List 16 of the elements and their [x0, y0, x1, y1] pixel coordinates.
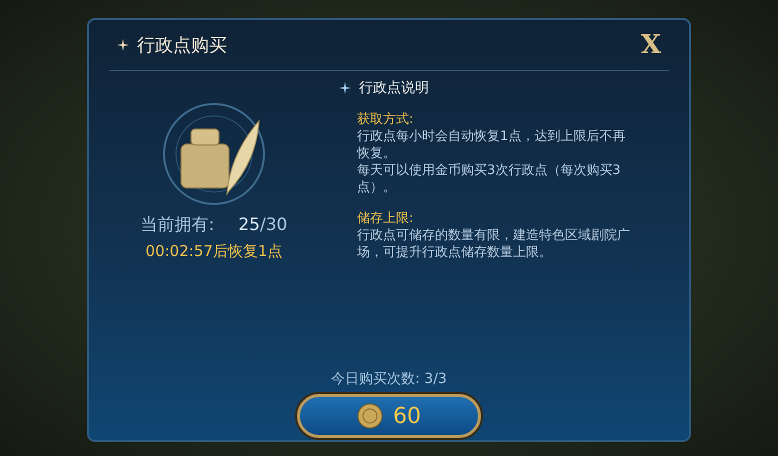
section-title: 储存上限: — [357, 210, 414, 227]
coin-icon — [357, 403, 383, 429]
info-heading: 行政点说明 — [359, 79, 429, 97]
sparkle-icon — [339, 82, 351, 94]
dialog-title: 行政点购买 — [137, 34, 227, 57]
section-title: 获取方式: — [357, 111, 414, 128]
close-button[interactable]: X — [636, 30, 665, 60]
buy-button[interactable]: 60 — [297, 394, 481, 438]
section-text: 行政点每小时会自动恢复1点，达到上限后不再恢复。 — [357, 128, 626, 162]
sparkle-icon — [117, 39, 129, 51]
purchase-count: 今日购买次数: 3/3 — [331, 370, 447, 388]
section-text: 每天可以使用金币购买3次行政点（每次购买3点）。 — [357, 162, 622, 196]
owned-label: 当前拥有: — [140, 214, 214, 236]
recovery-timer: 00:02:57后恢复1点 — [146, 242, 282, 261]
owned-count: 25/30 — [238, 215, 288, 235]
section-text: 行政点可储存的数量有限，建造特色区域剧院广场，可提升行政点储存数量上限。 — [357, 227, 631, 261]
